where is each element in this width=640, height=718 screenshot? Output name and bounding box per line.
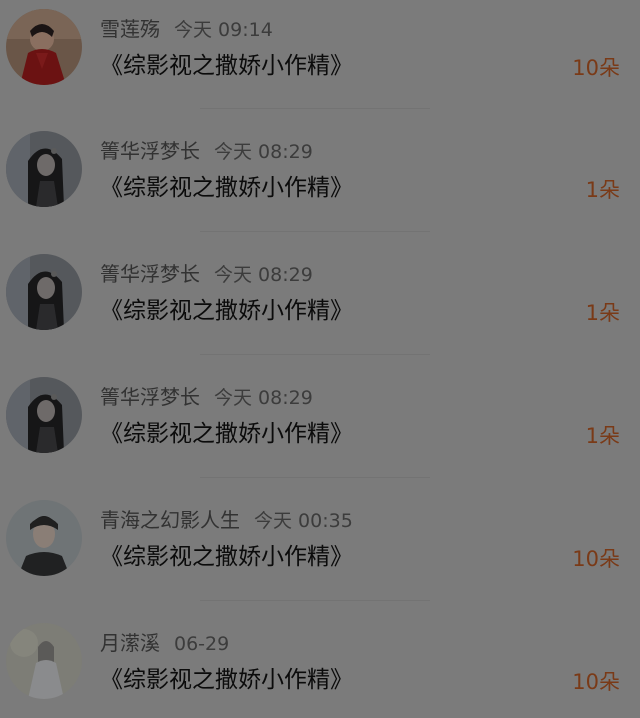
gift-count: 1朵: [585, 178, 620, 202]
list-item[interactable]: 月潆溪 06-29 《综影视之撒娇小作精》 10朵: [0, 614, 640, 718]
divider: [200, 477, 430, 478]
username[interactable]: 箐华浮梦长 今天 08:29: [100, 138, 313, 165]
username-text[interactable]: 箐华浮梦长: [100, 139, 200, 163]
young-man-avatar-icon[interactable]: [6, 500, 82, 576]
book-title[interactable]: 《综影视之撒娇小作精》: [100, 295, 353, 327]
gift-count: 1朵: [585, 424, 620, 448]
list-item[interactable]: 箐华浮梦长 今天 08:29 《综影视之撒娇小作精》 1朵: [0, 122, 640, 244]
username-text[interactable]: 箐华浮梦长: [100, 262, 200, 286]
divider: [200, 354, 430, 355]
divider: [200, 231, 430, 232]
gift-comment-list: 雪莲殇 今天 09:14 《综影视之撒娇小作精》 10朵 箐华浮梦长 今天 08:2…: [0, 0, 640, 718]
gift-count: 10朵: [572, 670, 620, 694]
gift-count: 10朵: [572, 56, 620, 80]
list-item[interactable]: 箐华浮梦长 今天 08:29 《综影视之撒娇小作精》 1朵: [0, 368, 640, 490]
username[interactable]: 箐华浮梦长 今天 08:29: [100, 261, 313, 288]
dark-hair-avatar-icon[interactable]: [6, 254, 82, 330]
timestamp: 06-29: [174, 633, 230, 655]
dark-hair-avatar-icon[interactable]: [6, 377, 82, 453]
book-title[interactable]: 《综影视之撒娇小作精》: [100, 50, 353, 82]
book-title[interactable]: 《综影视之撒娇小作精》: [100, 172, 353, 204]
divider: [200, 600, 430, 601]
username[interactable]: 雪莲殇 今天 09:14: [100, 16, 273, 43]
username-text[interactable]: 青海之幻影人生: [100, 508, 240, 532]
timestamp: 今天 08:29: [214, 264, 313, 286]
white-dress-avatar-icon[interactable]: [6, 623, 82, 699]
timestamp: 今天 00:35: [254, 510, 353, 532]
list-item[interactable]: 青海之幻影人生 今天 00:35 《综影视之撒娇小作精》 10朵: [0, 491, 640, 613]
username[interactable]: 青海之幻影人生 今天 00:35: [100, 507, 353, 534]
timestamp: 今天 08:29: [214, 387, 313, 409]
dark-hair-avatar-icon[interactable]: [6, 131, 82, 207]
list-item[interactable]: 雪莲殇 今天 09:14 《综影视之撒娇小作精》 10朵: [0, 0, 640, 122]
list-item[interactable]: 箐华浮梦长 今天 08:29 《综影视之撒娇小作精》 1朵: [0, 245, 640, 367]
username-text[interactable]: 月潆溪: [100, 631, 160, 655]
book-title[interactable]: 《综影视之撒娇小作精》: [100, 541, 353, 573]
book-title[interactable]: 《综影视之撒娇小作精》: [100, 664, 353, 696]
book-title[interactable]: 《综影视之撒娇小作精》: [100, 418, 353, 450]
username[interactable]: 箐华浮梦长 今天 08:29: [100, 384, 313, 411]
divider: [200, 108, 430, 109]
username-text[interactable]: 雪莲殇: [100, 17, 160, 41]
username[interactable]: 月潆溪 06-29: [100, 630, 229, 657]
username-text[interactable]: 箐华浮梦长: [100, 385, 200, 409]
gift-count: 10朵: [572, 547, 620, 571]
red-costume-avatar-icon[interactable]: [6, 9, 82, 85]
timestamp: 今天 08:29: [214, 141, 313, 163]
gift-count: 1朵: [585, 301, 620, 325]
timestamp: 今天 09:14: [174, 19, 273, 41]
